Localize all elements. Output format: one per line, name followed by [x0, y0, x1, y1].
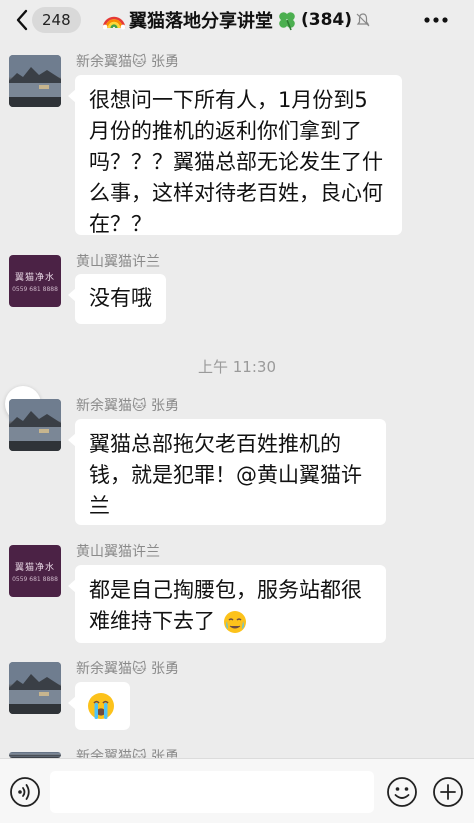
avatar-store-phone: 0559 681 8888 — [12, 575, 58, 583]
sender-name: 新余翼猫🐱 张勇 — [76, 398, 180, 414]
timestamp: 上午 11:30 — [198, 358, 276, 376]
sender-name: 新余翼猫🐱 张勇 — [76, 661, 180, 677]
back-button[interactable] — [12, 8, 32, 32]
more-dots-icon — [424, 17, 448, 23]
crying-face-icon — [88, 693, 114, 719]
chat-title: 翼猫落地分享讲堂 (384) — [102, 7, 371, 33]
member-count: (384) — [301, 10, 353, 30]
bell-muted-icon — [356, 13, 370, 27]
message-input[interactable] — [50, 771, 374, 813]
message-bubble[interactable] — [68, 682, 130, 730]
message-bubble[interactable]: 翼猫总部拖欠老百姓推机的钱，就是犯罪！@黄山翼猫许兰 — [68, 419, 386, 525]
avatar[interactable]: 翼猫净水 0559 681 8888 — [9, 545, 61, 597]
teary-face-icon — [223, 611, 246, 633]
avatar-store-name: 翼猫净水 — [14, 272, 55, 283]
emoji-icon — [387, 777, 417, 807]
voice-button[interactable] — [9, 776, 41, 808]
rainbow-icon — [102, 16, 126, 30]
voice-icon — [10, 777, 40, 807]
emoji-button[interactable] — [386, 776, 418, 808]
avatar[interactable]: 翼猫净水 0559 681 8888 — [9, 255, 61, 307]
avatar[interactable] — [9, 662, 61, 714]
landscape-avatar-image — [9, 662, 61, 714]
landscape-avatar-image — [9, 399, 61, 451]
message-bubble[interactable]: 很想问一下所有人，1月份到5月份的推机的返利你们拿到了吗？？？翼猫总部无论发生了… — [68, 75, 402, 236]
chat-title-text: 翼猫落地分享讲堂 — [129, 11, 273, 32]
unread-count-badge[interactable]: 248 — [32, 7, 81, 33]
plus-circle-icon — [433, 777, 463, 807]
chat-header: 248 翼猫落地分享讲堂 (384) — [0, 0, 474, 40]
add-button[interactable] — [432, 776, 464, 808]
avatar-store-phone: 0559 681 8888 — [12, 285, 58, 293]
chevron-left-icon — [16, 9, 28, 31]
more-button[interactable] — [422, 9, 450, 31]
message-bubble[interactable]: 没有哦 — [68, 274, 166, 324]
avatar-store-name: 翼猫净水 — [14, 562, 55, 573]
input-bar — [0, 758, 474, 823]
avatar[interactable] — [9, 55, 61, 107]
message-bubble[interactable]: 都是自己掏腰包，服务站都很难维持下去了 — [68, 565, 386, 643]
sender-name: 黄山翼猫许兰 — [76, 254, 160, 270]
sender-name: 黄山翼猫许兰 — [76, 544, 160, 560]
sender-name: 新余翼猫🐱 张勇 — [76, 749, 180, 758]
sender-name: 新余翼猫🐱 张勇 — [76, 54, 180, 70]
avatar[interactable] — [9, 399, 61, 451]
four-leaf-clover-icon — [279, 12, 295, 31]
landscape-avatar-image — [9, 55, 61, 107]
